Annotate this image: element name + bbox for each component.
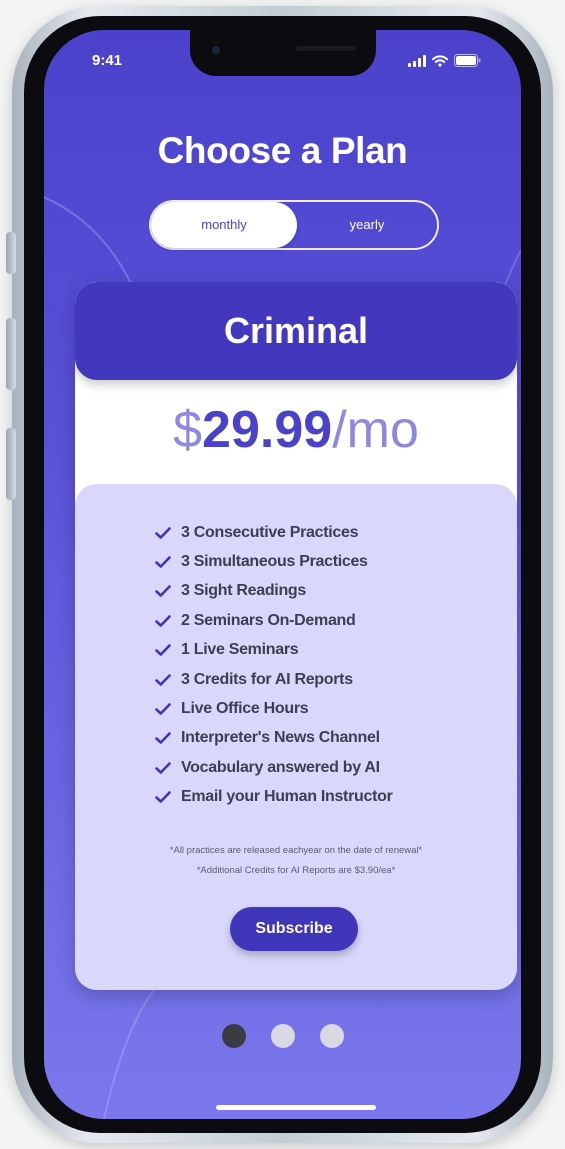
feature-item: Interpreter's News Channel (155, 724, 393, 753)
plan-name: Criminal (223, 310, 369, 351)
speaker-grill (296, 46, 356, 51)
front-camera (212, 46, 220, 54)
feature-item: 3 Consecutive Practices (155, 518, 393, 547)
feature-list: 3 Consecutive Practices 3 Simultaneous Pr… (155, 518, 393, 812)
battery-icon (454, 54, 481, 67)
feature-item: Live Office Hours (155, 694, 393, 723)
feature-item: Email your Human Instructor (155, 783, 393, 812)
feature-label: Email your Human Instructor (181, 788, 393, 806)
checkmark-icon (155, 673, 181, 686)
feature-label: Interpreter's News Channel (181, 729, 380, 747)
feature-label: 1 Live Seminars (181, 641, 299, 659)
fine-print: *All practices are released eachyear on … (75, 841, 517, 881)
status-icons (408, 54, 481, 67)
price-currency: $ (173, 401, 203, 459)
feature-item: 3 Credits for AI Reports (155, 665, 393, 694)
feature-item: 2 Seminars On-Demand (155, 606, 393, 635)
checkmark-icon (155, 556, 181, 568)
features-panel: 3 Consecutive Practices 3 Simultaneous Pr… (75, 484, 517, 990)
phone-screen: 9:41 Choose a Plan monthly yearly Crimin… (44, 30, 521, 1119)
checkmark-icon (155, 615, 181, 627)
checkmark-icon (155, 644, 181, 657)
feature-label: 3 Simultaneous Practices (181, 553, 368, 571)
billing-period-toggle[interactable]: monthly yearly (149, 200, 439, 250)
feature-item: Vocabulary answered by AI (155, 753, 393, 782)
toggle-yearly[interactable]: yearly (297, 202, 437, 248)
feature-item: 1 Live Seminars (155, 636, 393, 665)
subscribe-button[interactable]: Subscribe (230, 907, 358, 951)
feature-label: 3 Credits for AI Reports (181, 670, 353, 688)
volume-up-button (6, 318, 16, 390)
plan-card: Criminal $29.99/mo 3 Consecutive Practic… (75, 282, 517, 990)
wifi-icon (432, 55, 448, 67)
page-dot[interactable] (221, 1024, 246, 1048)
feature-label: Live Office Hours (181, 700, 309, 718)
fine-print-credits: *Additional Credits for AI Reports are $… (196, 865, 396, 876)
toggle-monthly[interactable]: monthly (151, 202, 297, 248)
feature-label: 2 Seminars On-Demand (181, 611, 356, 629)
page-dot[interactable] (319, 1024, 344, 1048)
cellular-signal-icon (408, 55, 426, 67)
checkmark-icon (155, 791, 181, 804)
page-dot[interactable] (270, 1024, 295, 1048)
page-title: Choose a Plan (157, 130, 408, 171)
plan-header: Criminal (75, 282, 517, 380)
feature-item: 3 Sight Readings (155, 577, 393, 606)
price-amount: 29.99 (202, 401, 333, 459)
status-time: 9:41 (92, 52, 123, 69)
feature-label: 3 Consecutive Practices (181, 523, 359, 541)
feature-item: 3 Simultaneous Practices (155, 547, 393, 576)
checkmark-icon (155, 762, 181, 774)
mute-switch (6, 232, 16, 274)
checkmark-icon (155, 732, 181, 745)
plan-price: $29.99/mo (75, 400, 517, 460)
checkmark-icon (155, 526, 181, 539)
feature-label: Vocabulary answered by AI (181, 758, 380, 776)
page-indicator (44, 1024, 521, 1048)
feature-label: 3 Sight Readings (181, 582, 306, 600)
price-period: /mo (332, 401, 419, 459)
volume-down-button (6, 428, 16, 500)
checkmark-icon (155, 703, 181, 715)
fine-print-renewal: *All practices are released eachyear on … (169, 845, 423, 856)
home-indicator[interactable] (216, 1105, 376, 1110)
checkmark-icon (155, 585, 181, 598)
